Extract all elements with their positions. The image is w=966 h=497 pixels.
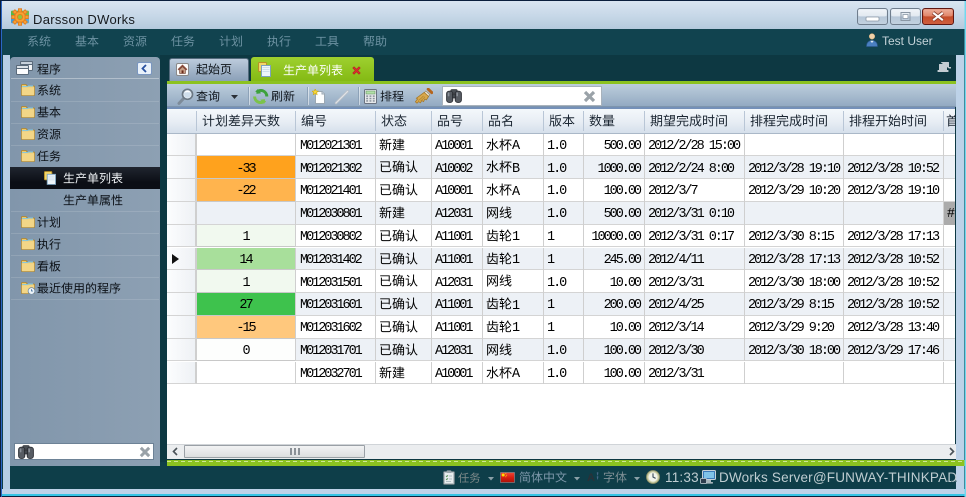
svg-text:A: A <box>587 472 595 483</box>
